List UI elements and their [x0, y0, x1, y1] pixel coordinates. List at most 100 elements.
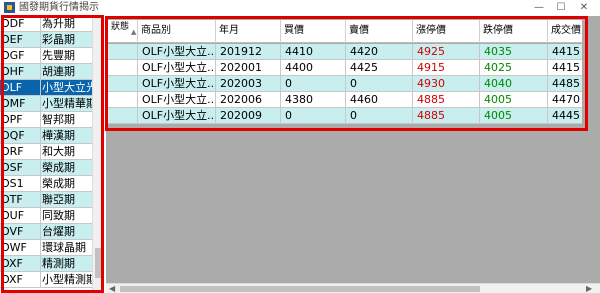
cell-limit-down: 4035 [480, 44, 548, 60]
cell-limit-up: 4885 [413, 108, 480, 124]
cell-limit-up: 4915 [413, 60, 480, 76]
cell-ask: 4420 [346, 44, 413, 60]
list-item-code: OTF [1, 192, 41, 208]
cell-bid: 4400 [281, 60, 346, 76]
list-item[interactable]: OQF 樺漢期 [0, 128, 92, 144]
list-item-code: OXF [1, 256, 41, 272]
cell-bid: 4410 [281, 44, 346, 60]
list-item-code: OSF [1, 160, 41, 176]
list-item[interactable]: OMF 小型精華期 [0, 96, 92, 112]
list-item-name: 榮成期 [42, 161, 75, 174]
cell-month: 202009 [216, 108, 281, 124]
list-item[interactable]: OLF 小型大立光 [0, 80, 92, 96]
cell-status [108, 92, 138, 108]
list-item-name: 樺漢期 [42, 129, 75, 142]
column-header-limit-up[interactable]: 漲停價 [413, 20, 480, 43]
scroll-thumb[interactable] [120, 286, 480, 292]
cell-status [108, 108, 138, 124]
cell-ask: 4460 [346, 92, 413, 108]
list-item-code: OS1 [1, 176, 41, 192]
title-bar: 國發期貨行情揭示 — ☐ ✕ [0, 0, 600, 16]
list-item-name: 先豐期 [42, 49, 75, 62]
list-item-code: OXF [1, 272, 41, 288]
cell-product: OLF小型大立... [138, 60, 216, 76]
cell-bid: 0 [281, 108, 346, 124]
table-row[interactable]: OLF小型大立... 202009 0 0 4885 4005 4445 [108, 108, 582, 124]
list-item-name: 為升期 [42, 17, 75, 30]
scroll-left-icon[interactable]: ◀ [109, 284, 115, 293]
column-header-ask[interactable]: 賣價 [346, 20, 413, 43]
cell-limit-up: 4930 [413, 76, 480, 92]
list-item-code: ORF [1, 144, 41, 160]
list-item-code: OLF [1, 80, 41, 96]
window-title: 國發期貨行情揭示 [19, 2, 99, 13]
minimize-icon[interactable]: — [528, 0, 550, 16]
cell-bid: 4380 [281, 92, 346, 108]
cell-ask: 4425 [346, 60, 413, 76]
list-item-name: 智邦期 [42, 113, 75, 126]
cell-month: 202006 [216, 92, 281, 108]
scroll-right-icon[interactable]: ▶ [586, 284, 592, 293]
cell-last: 4415 [552, 61, 580, 74]
table-row[interactable]: OLF小型大立... 202006 4380 4460 4885 4005 4470 [108, 92, 582, 108]
list-item-name: 胡連期 [42, 65, 75, 78]
scroll-thumb[interactable] [95, 248, 102, 278]
list-item-name: 榮成期 [42, 177, 75, 190]
list-item-name: 台燿期 [42, 225, 75, 238]
list-item[interactable]: OTF 聯亞期 [0, 192, 92, 208]
cell-product: OLF小型大立... [138, 44, 216, 60]
list-item-name: 小型大立光 [42, 81, 92, 94]
list-item-name: 環球晶期 [42, 241, 86, 254]
list-item[interactable]: OGF 先豐期 [0, 48, 92, 64]
list-item-name: 精測期 [42, 257, 75, 270]
column-header-bid[interactable]: 買價 [281, 20, 346, 43]
list-item[interactable]: OEF 彩晶期 [0, 32, 92, 48]
list-item[interactable]: OHF 胡連期 [0, 64, 92, 80]
maximize-icon[interactable]: ☐ [550, 0, 572, 16]
table-row[interactable]: OLF小型大立... 202003 0 0 4930 4040 4485 [108, 76, 582, 92]
column-header-last[interactable]: 成交價 [548, 20, 582, 43]
column-header-product[interactable]: 商品別 [138, 20, 216, 43]
list-item-name: 小型精測期 [42, 273, 92, 286]
list-item-code: ODF [1, 16, 41, 32]
cell-product: OLF小型大立... [138, 92, 216, 108]
list-item[interactable]: OXF 精測期 [0, 256, 92, 272]
cell-ask: 0 [346, 108, 413, 124]
cell-limit-down: 4040 [480, 76, 548, 92]
cell-last: 4415 [552, 45, 580, 58]
list-item-name: 小型精華期 [42, 97, 92, 110]
close-icon[interactable]: ✕ [573, 0, 595, 16]
vertical-scrollbar[interactable] [92, 16, 103, 293]
cell-status [108, 60, 138, 76]
product-list: ODF 為升期 OEF 彩晶期 OGF 先豐期 OHF 胡連期 OLF 小型大立光 OMF 小型精華期… [0, 16, 103, 293]
list-item[interactable]: ORF 和大期 [0, 144, 92, 160]
list-item[interactable]: OVF 台燿期 [0, 224, 92, 240]
cell-month: 202003 [216, 76, 281, 92]
horizontal-scrollbar[interactable]: ◀ ▶ [106, 283, 600, 293]
column-header-month[interactable]: 年月 [216, 20, 281, 43]
list-item[interactable]: OSF 榮成期 [0, 160, 92, 176]
cell-bid: 0 [281, 76, 346, 92]
list-item-name: 同致期 [42, 209, 75, 222]
cell-limit-down: 4025 [480, 60, 548, 76]
list-item-code: OHF [1, 64, 41, 80]
table-row[interactable]: OLF小型大立... 201912 4410 4420 4925 4035 4415 [108, 44, 582, 60]
list-item[interactable]: OS1 榮成期 [0, 176, 92, 192]
cell-last: 4470 [552, 93, 580, 106]
list-item[interactable]: ODF 為升期 [0, 16, 92, 32]
column-header-limit-down[interactable]: 跌停價 [480, 20, 548, 43]
list-item-code: OPF [1, 112, 41, 128]
list-item[interactable]: OXF 小型精測期 [0, 272, 92, 288]
list-item[interactable]: OUF 同致期 [0, 208, 92, 224]
table-row[interactable]: OLF小型大立... 202001 4400 4425 4915 4025 4415 [108, 60, 582, 76]
cell-ask: 0 [346, 76, 413, 92]
cell-month: 201912 [216, 44, 281, 60]
list-item-name: 和大期 [42, 145, 75, 158]
cell-product: OLF小型大立... [138, 76, 216, 92]
list-item-code: OGF [1, 48, 41, 64]
list-item-code: OEF [1, 32, 41, 48]
cell-status [108, 76, 138, 92]
list-item[interactable]: OPF 智邦期 [0, 112, 92, 128]
list-item[interactable]: OWF 環球晶期 [0, 240, 92, 256]
list-item-code: OQF [1, 128, 41, 144]
